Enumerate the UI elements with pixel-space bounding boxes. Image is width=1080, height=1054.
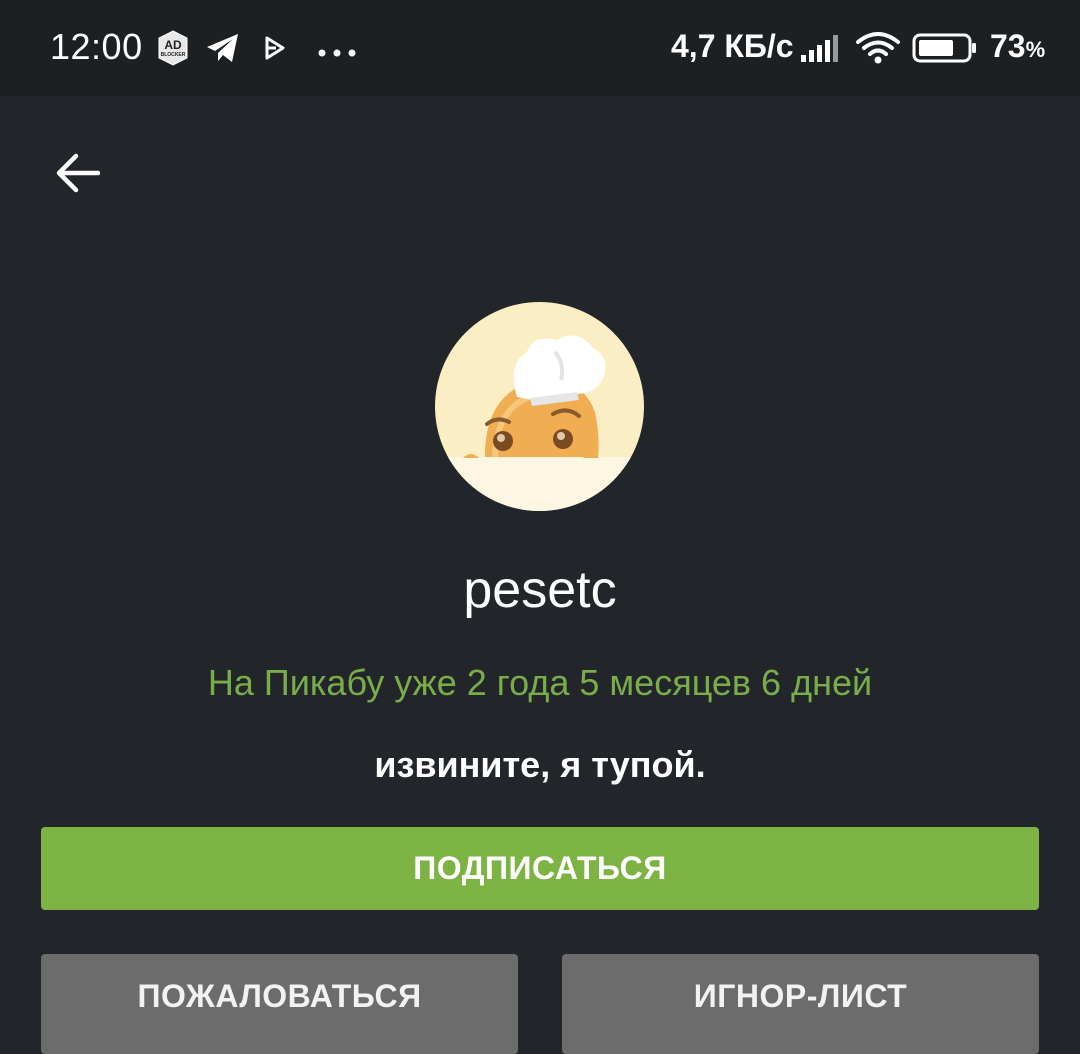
- subscribe-button-label: ПОДПИСАТЬСЯ: [413, 850, 667, 886]
- profile-bio: извините, я тупой.: [374, 744, 706, 785]
- battery-percent: 73%: [990, 28, 1046, 64]
- avatar[interactable]: [435, 302, 644, 511]
- battery-icon: [912, 32, 978, 69]
- report-button[interactable]: ПОЖАЛОВАТЬСЯ: [41, 954, 518, 1054]
- username: pesetc: [463, 561, 617, 619]
- more-dots-icon: [318, 44, 356, 62]
- chef-hat-avatar: [435, 302, 644, 511]
- play-icon: [264, 36, 286, 65]
- ignore-list-button[interactable]: ИГНОР-ЛИСТ: [562, 954, 1039, 1054]
- member-since: На Пикабу уже 2 года 5 месяцев 6 дней: [207, 662, 873, 703]
- svg-text:AD: AD: [164, 38, 182, 52]
- network-speed: 4,7 КБ/с: [671, 28, 794, 64]
- wifi-icon: [856, 30, 900, 71]
- status-bar: 12:00 AD BLOCKER 4,7 КБ/с 73%: [0, 0, 1080, 96]
- ignore-list-button-label: ИГНОР-ЛИСТ: [693, 978, 908, 1014]
- signal-icon: [800, 33, 840, 68]
- back-button[interactable]: [40, 140, 116, 210]
- arrow-left-icon: [54, 151, 102, 200]
- ad-blocker-icon: AD BLOCKER: [156, 30, 190, 71]
- status-time: 12:00: [50, 26, 143, 67]
- subscribe-button[interactable]: ПОДПИСАТЬСЯ: [41, 827, 1039, 910]
- svg-text:BLOCKER: BLOCKER: [161, 52, 186, 58]
- report-button-label: ПОЖАЛОВАТЬСЯ: [137, 978, 422, 1014]
- telegram-icon: [205, 32, 241, 69]
